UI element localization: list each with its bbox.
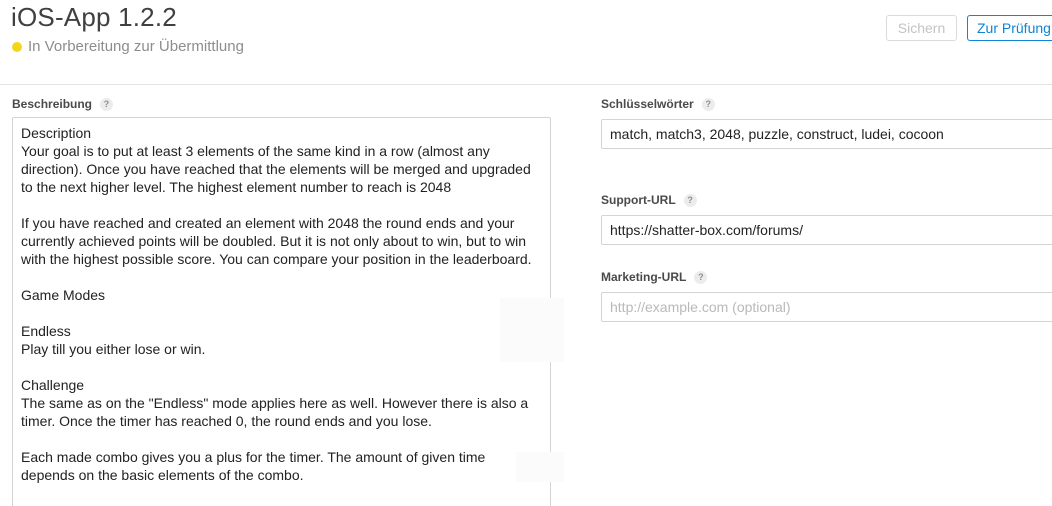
status-indicator: In Vorbereitung zur Übermittlung — [12, 38, 244, 55]
keywords-label-row: Schlüsselwörter ? — [601, 97, 715, 111]
keywords-help-icon[interactable]: ? — [701, 97, 715, 111]
support-url-help-icon[interactable]: ? — [683, 193, 697, 207]
keywords-input[interactable]: match, match3, 2048, puzzle, construct, … — [601, 119, 1052, 149]
keywords-label: Schlüsselwörter — [601, 97, 694, 111]
description-textarea[interactable]: Description Your goal is to put at least… — [12, 117, 551, 506]
save-button[interactable]: Sichern — [886, 15, 957, 41]
render-artifact — [516, 452, 564, 482]
support-url-label: Support-URL — [601, 193, 676, 207]
status-dot-icon — [12, 41, 22, 52]
description-label: Beschreibung — [12, 97, 93, 111]
render-artifact — [500, 298, 564, 362]
header-divider — [0, 84, 1052, 85]
description-text[interactable]: Description Your goal is to put at least… — [13, 118, 550, 484]
marketing-url-input[interactable]: http://example.com (optional) — [601, 292, 1052, 322]
description-label-row: Beschreibung ? — [12, 97, 114, 111]
page-title: iOS-App 1.2.2 — [11, 2, 177, 32]
marketing-url-help-icon[interactable]: ? — [694, 270, 708, 284]
submit-for-review-button[interactable]: Zur Prüfung — [967, 15, 1052, 41]
support-url-input[interactable]: https://shatter-box.com/forums/ — [601, 215, 1052, 245]
support-url-label-row: Support-URL ? — [601, 193, 697, 207]
marketing-url-label: Marketing-URL — [601, 270, 687, 284]
status-text: In Vorbereitung zur Übermittlung — [28, 38, 244, 55]
description-help-icon[interactable]: ? — [100, 97, 114, 111]
marketing-url-label-row: Marketing-URL ? — [601, 270, 708, 284]
app-version-page: iOS-App 1.2.2 In Vorbereitung zur Übermi… — [0, 0, 1052, 506]
